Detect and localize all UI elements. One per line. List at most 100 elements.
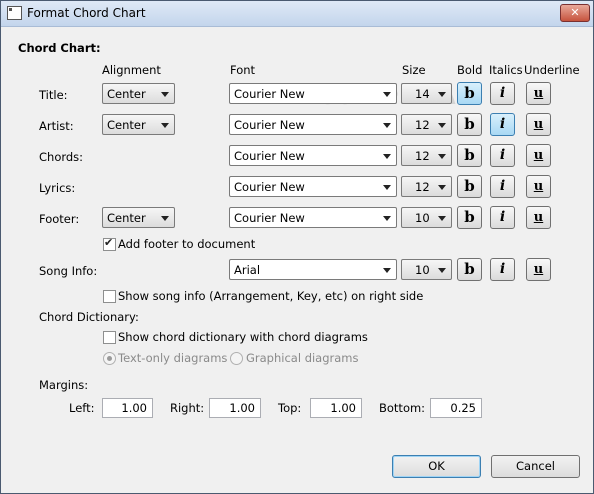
chevron-down-icon	[161, 216, 169, 221]
cancel-button[interactable]: Cancel	[491, 455, 580, 478]
artist-alignment-select[interactable]: Center	[102, 114, 175, 135]
margin-top-input[interactable]: 1.00	[310, 398, 362, 418]
show-chord-dictionary-label: Show chord dictionary with chord diagram…	[118, 330, 368, 344]
chevron-down-icon	[438, 123, 446, 128]
song-info-bold-button[interactable]: b	[457, 258, 482, 281]
lyrics-size-select[interactable]: 12	[401, 176, 452, 197]
chevron-down-icon	[383, 123, 391, 128]
song-info-label: Song Info:	[39, 264, 98, 278]
artist-italic-button[interactable]: i	[490, 113, 515, 136]
lyrics-label: Lyrics:	[39, 181, 76, 195]
song-info-underline-button[interactable]: u	[526, 258, 551, 281]
margin-left-label: Left:	[69, 401, 95, 415]
footer-font-value: Courier New	[234, 211, 305, 225]
footer-underline-button[interactable]: u	[526, 206, 551, 229]
show-chord-dictionary-checkbox[interactable]	[103, 331, 116, 344]
chords-italic-button[interactable]: i	[490, 144, 515, 167]
lyrics-font-value: Courier New	[234, 180, 305, 194]
window-title: Format Chord Chart	[27, 6, 146, 20]
artist-font-select[interactable]: Courier New	[229, 114, 397, 135]
lyrics-bold-button[interactable]: b	[457, 175, 482, 198]
chevron-down-icon	[438, 216, 446, 221]
title-font-value: Courier New	[234, 87, 305, 101]
margins-label: Margins:	[39, 378, 89, 392]
format-chord-chart-dialog: Format Chord Chart ✕ Chord Chart: Alignm…	[0, 0, 594, 494]
text-only-label: Text-only diagrams	[118, 351, 228, 365]
header-italics: Italics	[489, 63, 523, 77]
chevron-down-icon	[161, 123, 169, 128]
lyrics-underline-button[interactable]: u	[526, 175, 551, 198]
lyrics-size-value: 12	[415, 180, 430, 194]
artist-underline-button[interactable]: u	[526, 113, 551, 136]
title-size-select[interactable]: 14	[401, 83, 452, 104]
chevron-down-icon	[161, 92, 169, 97]
artist-bold-button[interactable]: b	[457, 113, 482, 136]
artist-font-value: Courier New	[234, 118, 305, 132]
title-underline-button[interactable]: u	[526, 82, 551, 105]
footer-bold-button[interactable]: b	[457, 206, 482, 229]
section-title: Chord Chart:	[18, 41, 101, 55]
chevron-down-icon	[438, 185, 446, 190]
lyrics-font-select[interactable]: Courier New	[229, 176, 397, 197]
song-info-size-select[interactable]: 10	[401, 259, 452, 280]
margin-bottom-input[interactable]: 0.25	[430, 398, 482, 418]
chord-dictionary-label: Chord Dictionary:	[39, 310, 139, 324]
chevron-down-icon	[438, 268, 446, 273]
chords-size-value: 12	[415, 149, 430, 163]
header-size: Size	[402, 63, 426, 77]
chevron-down-icon	[438, 154, 446, 159]
artist-alignment-value: Center	[107, 118, 146, 132]
show-song-info-checkbox[interactable]	[103, 290, 116, 303]
title-alignment-select[interactable]: Center	[102, 83, 175, 104]
header-bold: Bold	[457, 63, 483, 77]
margin-right-input[interactable]: 1.00	[209, 398, 261, 418]
chords-underline-button[interactable]: u	[526, 144, 551, 167]
chords-bold-button[interactable]: b	[457, 144, 482, 167]
footer-alignment-value: Center	[107, 211, 146, 225]
artist-size-value: 12	[415, 118, 430, 132]
artist-label: Artist:	[39, 119, 74, 133]
title-alignment-value: Center	[107, 87, 146, 101]
footer-size-select[interactable]: 10	[401, 207, 452, 228]
add-footer-checkbox[interactable]	[103, 236, 116, 251]
song-info-italic-button[interactable]: i	[490, 258, 515, 281]
margin-right-label: Right:	[170, 401, 205, 415]
close-button[interactable]: ✕	[560, 4, 590, 22]
text-only-radio[interactable]	[103, 352, 116, 365]
chords-font-select[interactable]: Courier New	[229, 145, 397, 166]
graphical-label: Graphical diagrams	[246, 351, 359, 365]
window-icon	[7, 6, 22, 20]
title-size-value: 14	[415, 87, 430, 101]
ok-button[interactable]: OK	[392, 455, 481, 478]
title-italic-button[interactable]: i	[490, 82, 515, 105]
title-label: Title:	[39, 88, 68, 102]
footer-label: Footer:	[39, 212, 80, 226]
header-font: Font	[230, 63, 256, 77]
chords-label: Chords:	[39, 150, 84, 164]
chevron-down-icon	[383, 154, 391, 159]
footer-alignment-select[interactable]: Center	[102, 207, 175, 228]
chords-font-value: Courier New	[234, 149, 305, 163]
chevron-down-icon	[438, 92, 446, 97]
chevron-down-icon	[383, 216, 391, 221]
chevron-down-icon	[383, 92, 391, 97]
title-bold-button[interactable]: b	[457, 82, 482, 105]
chevron-down-icon	[383, 185, 391, 190]
chords-size-select[interactable]: 12	[401, 145, 452, 166]
song-info-size-value: 10	[415, 263, 430, 277]
header-underline: Underline	[524, 63, 580, 77]
graphical-radio[interactable]	[230, 352, 243, 365]
footer-italic-button[interactable]: i	[490, 206, 515, 229]
song-info-font-select[interactable]: Arial	[229, 259, 397, 280]
header-alignment: Alignment	[102, 63, 161, 77]
margin-left-input[interactable]: 1.00	[102, 398, 153, 418]
artist-size-select[interactable]: 12	[401, 114, 452, 135]
margin-top-label: Top:	[278, 401, 302, 415]
footer-font-select[interactable]: Courier New	[229, 207, 397, 228]
song-info-font-value: Arial	[234, 263, 261, 277]
add-footer-label: Add footer to document	[118, 237, 256, 251]
lyrics-italic-button[interactable]: i	[490, 175, 515, 198]
title-bar: Format Chord Chart ✕	[1, 1, 593, 27]
title-font-select[interactable]: Courier New	[229, 83, 397, 104]
margin-bottom-label: Bottom:	[379, 401, 426, 415]
